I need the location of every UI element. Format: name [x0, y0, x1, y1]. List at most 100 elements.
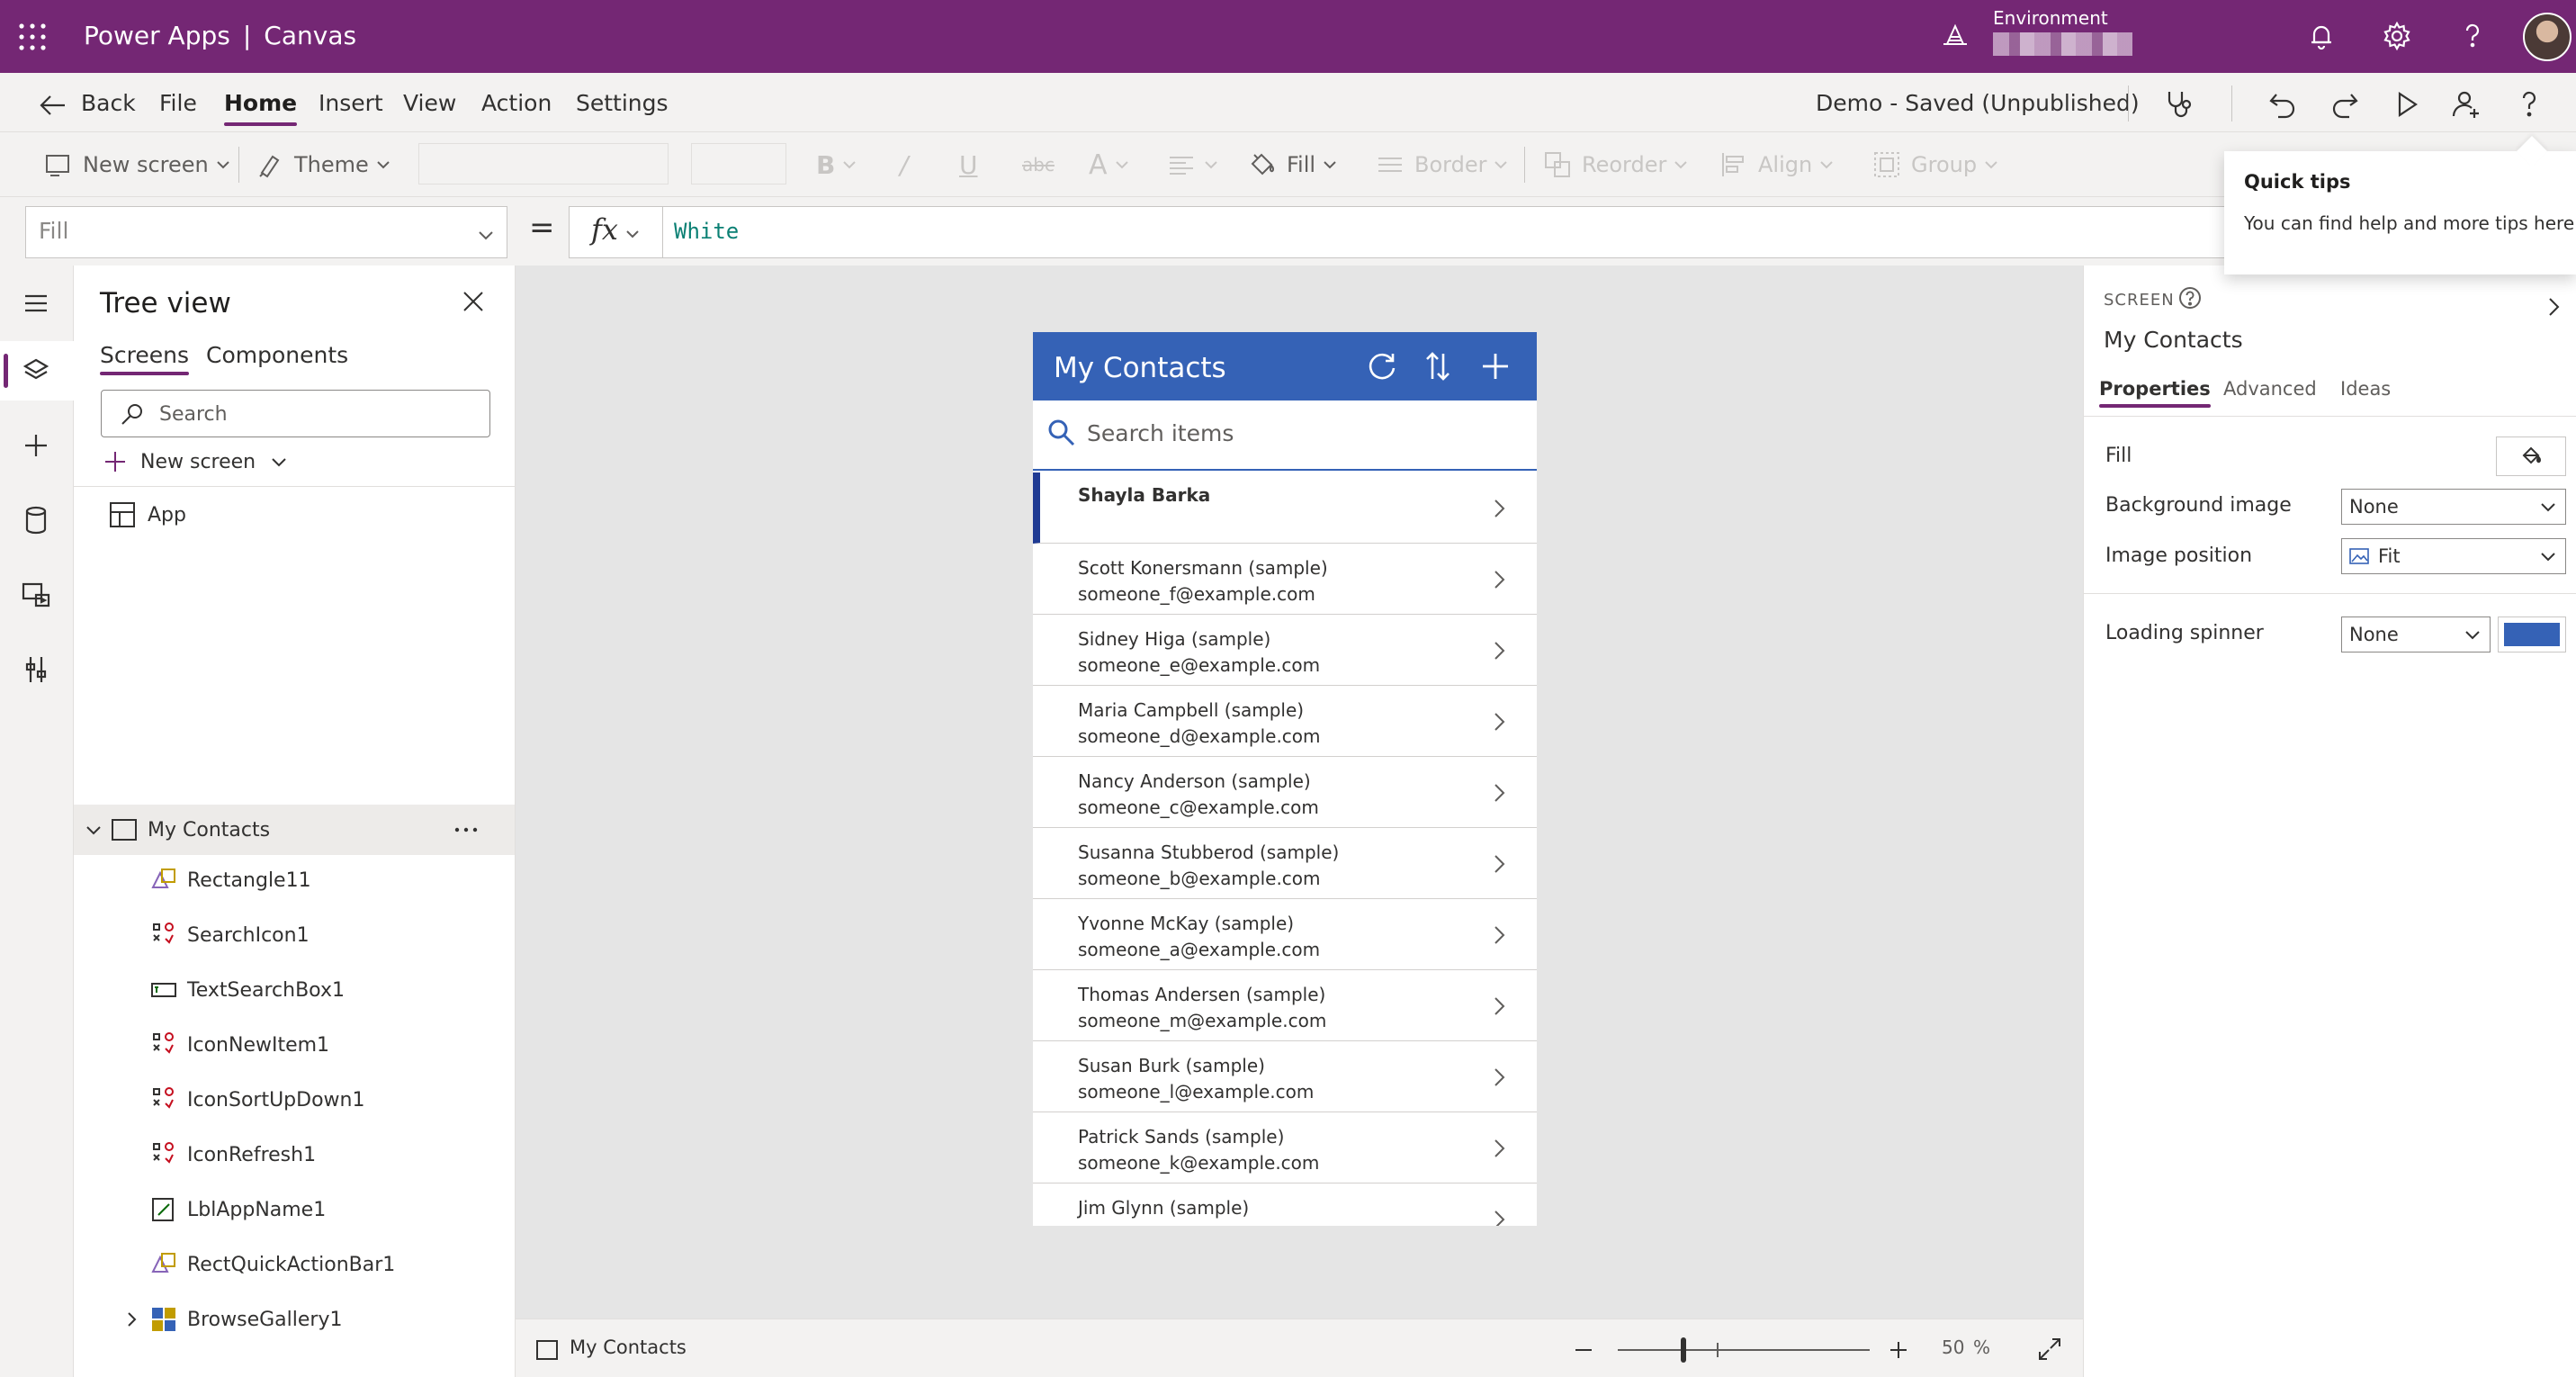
menu-home[interactable]: Home	[224, 89, 298, 126]
chevron-right-icon[interactable]	[1488, 924, 1510, 946]
chevron-right-icon[interactable]	[1488, 1209, 1510, 1226]
font-color-button[interactable]: A	[1089, 148, 1129, 181]
zoom-in-icon[interactable]	[1888, 1339, 1909, 1361]
new-screen-button[interactable]: New screen	[43, 148, 230, 181]
font-size-combo[interactable]	[691, 143, 786, 184]
data-cylinder-icon[interactable]	[18, 502, 54, 538]
chevron-right-icon[interactable]	[1488, 1066, 1510, 1088]
fill-button[interactable]: Fill	[1247, 148, 1337, 181]
search-items-input[interactable]	[1087, 415, 1510, 451]
tree-search-box[interactable]	[101, 390, 490, 437]
formula-text[interactable]: White	[674, 219, 739, 244]
more-options-icon[interactable]	[452, 819, 480, 841]
chevron-right-icon[interactable]	[1488, 711, 1510, 733]
redo-icon[interactable]	[2328, 87, 2362, 122]
insert-plus-icon[interactable]	[18, 428, 54, 464]
tree-item-iconsortupdown1[interactable]: IconSortUpDown1	[74, 1075, 515, 1125]
tab-screens[interactable]: Screens	[100, 341, 189, 375]
environment-name-redacted[interactable]	[1993, 32, 2132, 56]
settings-gear-icon[interactable]	[2381, 20, 2413, 52]
tree-item-browsegallery1[interactable]: BrowseGallery1	[74, 1294, 515, 1345]
media-icon[interactable]	[18, 577, 54, 613]
group-button[interactable]: Group	[1871, 148, 1998, 181]
sort-up-down-icon[interactable]	[1420, 348, 1456, 384]
border-button[interactable]: Border	[1375, 148, 1508, 181]
font-family-combo[interactable]	[418, 143, 669, 184]
strikethrough-button[interactable]: abc	[1022, 148, 1055, 181]
theme-button[interactable]: Theme	[255, 148, 390, 181]
undo-icon[interactable]	[2266, 87, 2300, 122]
gallery-row[interactable]: Thomas Andersen (sample) someone_m@exampl…	[1033, 970, 1537, 1041]
app-screen-preview[interactable]: My Contacts Shayla Barka Scott Konersmann…	[1033, 332, 1537, 1226]
selected-control-name[interactable]: My Contacts	[2104, 327, 2243, 353]
tab-properties[interactable]: Properties	[2099, 378, 2211, 408]
zoom-out-icon[interactable]	[1573, 1339, 1594, 1361]
add-item-plus-icon[interactable]	[1477, 348, 1513, 384]
property-dropdown[interactable]: Fill	[25, 206, 507, 258]
chevron-down-icon[interactable]	[85, 821, 103, 839]
chevron-right-icon[interactable]	[1488, 782, 1510, 804]
user-avatar[interactable]	[2523, 13, 2572, 61]
tree-item-app[interactable]: App	[74, 490, 515, 540]
menu-settings[interactable]: Settings	[576, 89, 669, 118]
help-icon[interactable]	[2456, 20, 2489, 52]
tree-new-screen-button[interactable]: New screen	[103, 445, 288, 479]
image-position-dropdown[interactable]: Fit	[2341, 538, 2566, 574]
app-header-title[interactable]: My Contacts	[1054, 350, 1226, 386]
back-button[interactable]: Back	[81, 89, 136, 118]
background-image-dropdown[interactable]: None	[2341, 489, 2566, 525]
app-launcher-icon[interactable]	[18, 22, 47, 51]
underline-button[interactable]: U	[959, 148, 978, 181]
chevron-right-icon[interactable]	[1488, 1138, 1510, 1159]
help-circle-icon[interactable]	[2177, 285, 2203, 310]
environment-icon[interactable]	[1940, 21, 1970, 51]
zoom-value[interactable]: 50	[1942, 1336, 1964, 1358]
quick-tips-help-icon[interactable]	[2512, 87, 2546, 122]
gallery-row[interactable]: Yvonne McKay (sample) someone_a@example.c…	[1033, 899, 1537, 970]
notifications-icon[interactable]	[2305, 20, 2338, 52]
chevron-right-icon[interactable]	[2543, 296, 2564, 318]
gallery-row[interactable]: Patrick Sands (sample) someone_k@example.…	[1033, 1112, 1537, 1184]
tree-item-lblappname1[interactable]: LblAppName1	[74, 1184, 515, 1235]
chevron-right-icon[interactable]	[122, 1310, 140, 1328]
zoom-slider-thumb[interactable]	[1681, 1337, 1686, 1363]
tab-ideas[interactable]: Ideas	[2340, 378, 2391, 400]
current-screen-label[interactable]: My Contacts	[570, 1336, 687, 1358]
gallery-row[interactable]: Susan Burk (sample) someone_l@example.com	[1033, 1041, 1537, 1112]
menu-view[interactable]: View	[403, 89, 456, 118]
search-icon[interactable]	[1046, 417, 1076, 447]
back-arrow-icon[interactable]	[40, 94, 67, 116]
gallery-row[interactable]: Scott Konersmann (sample) someone_f@examp…	[1033, 544, 1537, 615]
menu-file[interactable]: File	[159, 89, 197, 118]
chevron-right-icon[interactable]	[1488, 569, 1510, 590]
chevron-right-icon[interactable]	[1488, 995, 1510, 1017]
text-align-button[interactable]	[1166, 148, 1218, 181]
menu-insert[interactable]: Insert	[319, 89, 383, 118]
tree-item-my-contacts[interactable]: My Contacts	[74, 805, 515, 855]
fit-to-window-icon[interactable]	[2036, 1336, 2063, 1363]
fill-color-picker[interactable]	[2496, 436, 2566, 476]
advanced-tools-icon[interactable]	[18, 652, 54, 688]
chevron-right-icon[interactable]	[1488, 640, 1510, 662]
reorder-button[interactable]: Reorder	[1542, 148, 1688, 181]
tree-item-rectquickactionbar1[interactable]: RectQuickActionBar1	[74, 1239, 515, 1290]
environment-label[interactable]: Environment	[1993, 7, 2108, 29]
align-button[interactable]: Align	[1719, 148, 1834, 181]
gallery-row[interactable]: Maria Campbell (sample) someone_d@example…	[1033, 686, 1537, 757]
italic-button[interactable]: /	[900, 148, 908, 181]
gallery-row[interactable]: Susanna Stubberod (sample) someone_b@exam…	[1033, 828, 1537, 899]
tab-components[interactable]: Components	[206, 341, 348, 370]
hamburger-menu-icon[interactable]	[18, 285, 54, 321]
chevron-right-icon[interactable]	[1488, 498, 1510, 519]
chevron-right-icon[interactable]	[1488, 853, 1510, 875]
tree-view-layers-icon[interactable]	[18, 353, 54, 389]
chevron-down-icon[interactable]	[625, 227, 640, 241]
tree-item-searchicon1[interactable]: SearchIcon1	[74, 910, 515, 960]
share-user-icon[interactable]	[2449, 87, 2483, 122]
gallery-row[interactable]: Nancy Anderson (sample) someone_c@example…	[1033, 757, 1537, 828]
loading-spinner-color-picker[interactable]	[2498, 616, 2566, 652]
app-checker-stethoscope-icon[interactable]	[2161, 87, 2195, 122]
tab-advanced[interactable]: Advanced	[2223, 378, 2317, 400]
loading-spinner-dropdown[interactable]: None	[2341, 616, 2491, 652]
refresh-icon[interactable]	[1364, 348, 1400, 384]
